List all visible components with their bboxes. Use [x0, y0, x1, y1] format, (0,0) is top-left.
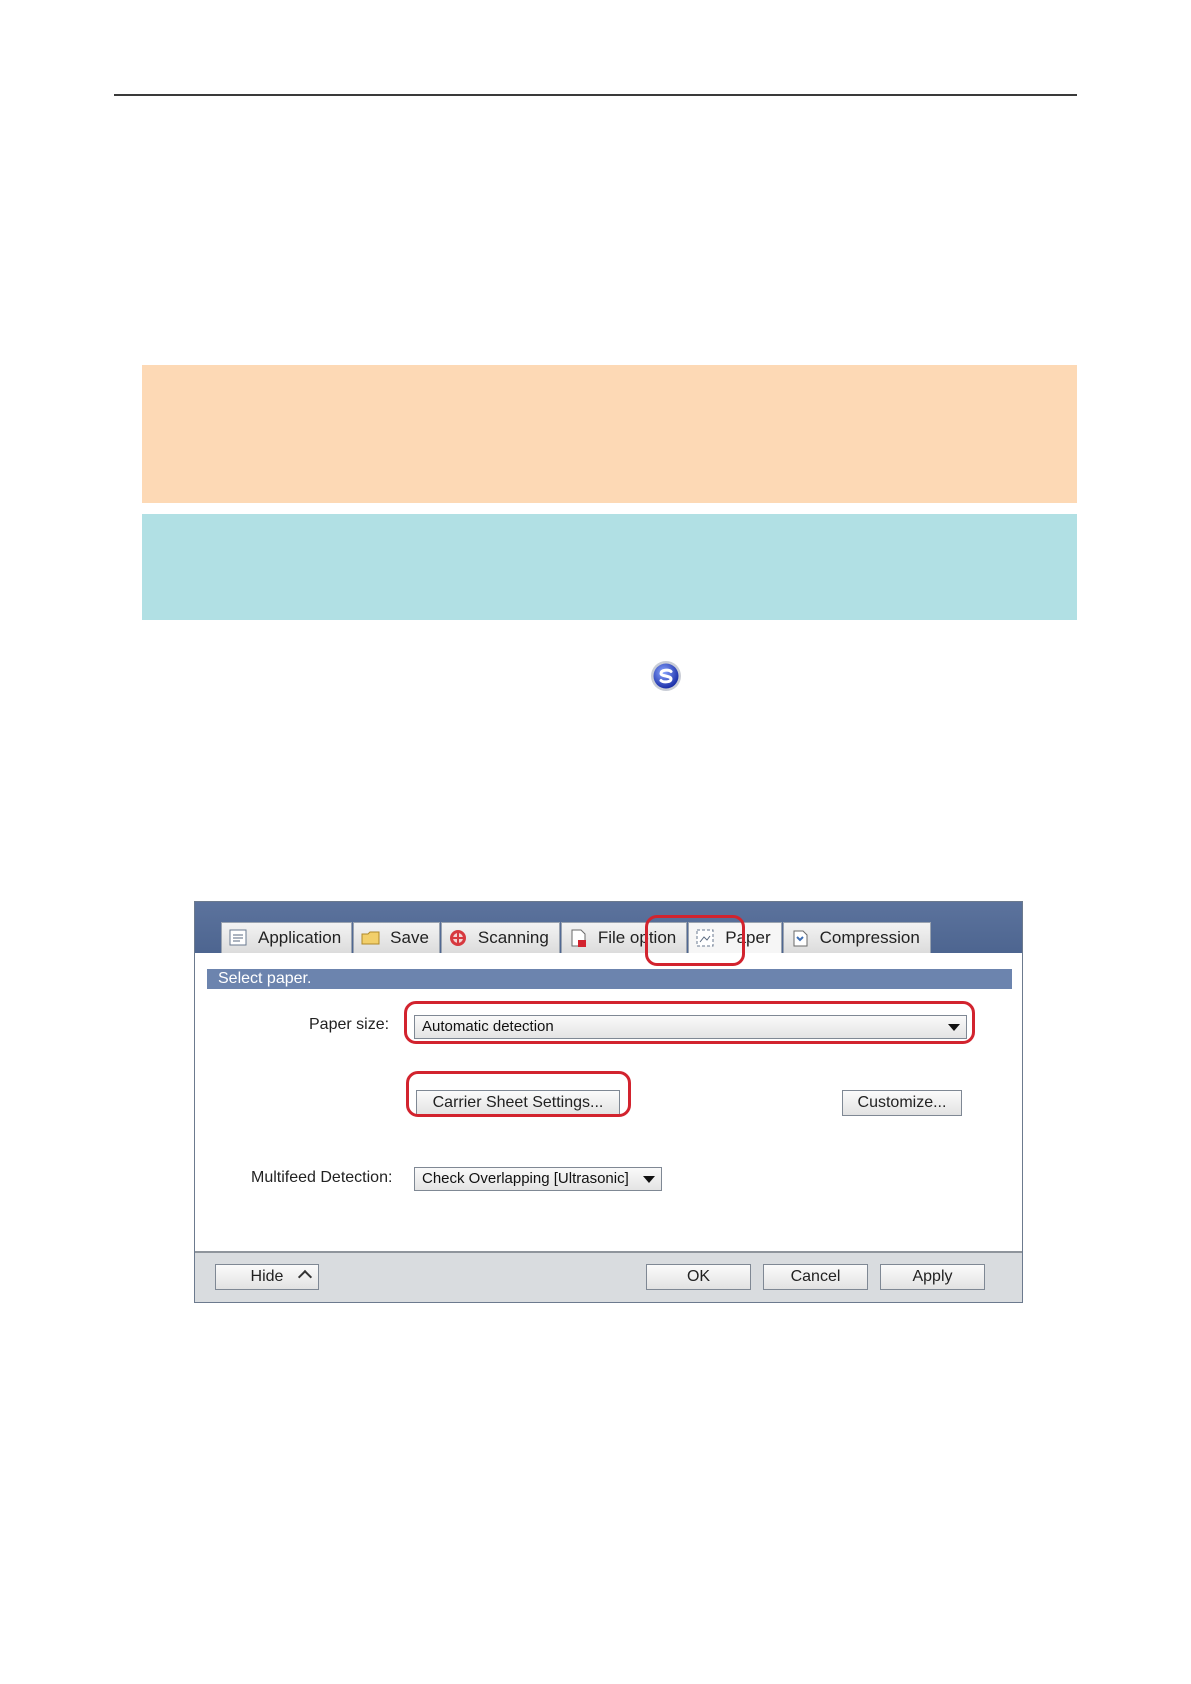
carrier-sheet-settings-button[interactable]: Carrier Sheet Settings...: [416, 1090, 620, 1116]
tab-application-label: Application: [258, 928, 342, 947]
tab-compression[interactable]: Compression: [782, 922, 931, 953]
paper-size-select[interactable]: Automatic detection: [414, 1015, 967, 1039]
tab-application[interactable]: Application: [221, 922, 353, 953]
dialog-footer: Hide OK Cancel Apply: [195, 1251, 1022, 1302]
tab-file-option-label: File option: [597, 928, 677, 947]
paper-size-label: Paper size:: [309, 1016, 390, 1033]
file-option-icon: [568, 928, 590, 948]
scanning-icon: [448, 928, 470, 948]
tab-paper-label: Paper: [725, 928, 771, 947]
multifeed-detection-select[interactable]: Check Overlapping [Ultrasonic]: [414, 1167, 662, 1191]
tab-save-label: Save: [390, 928, 429, 947]
tab-save[interactable]: Save: [353, 922, 440, 953]
tab-strip: Application Save Scanning File option Pa…: [221, 922, 932, 953]
multifeed-detection-value: Check Overlapping [Ultrasonic]: [422, 1170, 629, 1187]
cancel-button[interactable]: Cancel: [763, 1264, 868, 1290]
dialog-title-bar: Application Save Scanning File option Pa…: [195, 902, 1022, 955]
tab-compression-label: Compression: [819, 928, 920, 947]
apply-button[interactable]: Apply: [880, 1264, 985, 1290]
customize-button[interactable]: Customize...: [842, 1090, 962, 1116]
section-title: Select paper.: [207, 969, 1012, 989]
chevron-down-icon: [948, 1024, 960, 1031]
paper-settings-panel: Select paper. Paper size: Automatic dete…: [195, 953, 1022, 1253]
header-rule: [114, 94, 1077, 96]
multifeed-detection-label: Multifeed Detection:: [251, 1169, 393, 1186]
application-icon: [228, 928, 250, 948]
tab-scanning[interactable]: Scanning: [440, 922, 560, 953]
hint-box: [142, 514, 1077, 620]
tab-paper[interactable]: Paper: [688, 922, 782, 953]
paper-size-value: Automatic detection: [422, 1018, 554, 1035]
hide-button[interactable]: Hide: [215, 1264, 319, 1290]
paper-icon: [695, 928, 717, 948]
hide-button-label: Hide: [250, 1268, 284, 1285]
chevron-down-icon: [643, 1176, 655, 1183]
scan-settings-dialog: Application Save Scanning File option Pa…: [194, 901, 1023, 1303]
chevron-up-icon: [297, 1269, 313, 1285]
ok-button[interactable]: OK: [646, 1264, 751, 1290]
compression-icon: [790, 928, 812, 948]
tab-file-option[interactable]: File option: [560, 922, 688, 953]
folder-icon: [360, 928, 382, 948]
scansnap-manager-icon: [650, 660, 682, 692]
tab-scanning-label: Scanning: [477, 928, 549, 947]
attention-box: [142, 365, 1077, 503]
